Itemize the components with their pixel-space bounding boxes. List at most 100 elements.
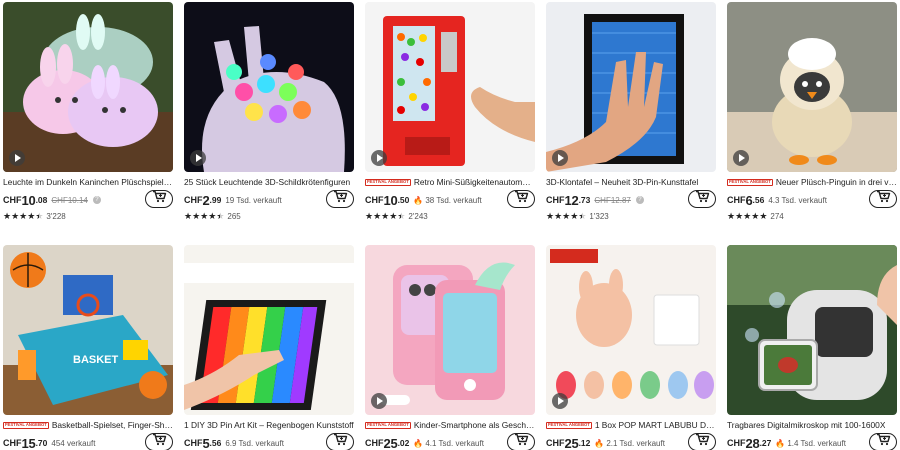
price-main: 5	[202, 435, 210, 450]
product-card[interactable]: BASKET FESTIVAL ANGEBOT Basketball-Spiels…	[3, 245, 173, 450]
sold-count: 454 verkauft	[51, 438, 96, 448]
product-card[interactable]: Leuchte im Dunkeln Kaninchen Plüschspiel…	[3, 2, 173, 222]
product-card[interactable]: FESTIVAL ANGEBOT Kinder-Smartphone als Ge…	[365, 245, 535, 450]
festival-badge: FESTIVAL ANGEBOT	[365, 179, 411, 186]
star-full-icon: ★	[19, 211, 28, 221]
price-main: 12	[564, 192, 579, 208]
rating-count: 274	[770, 212, 784, 221]
price-cents: .73	[578, 195, 591, 205]
product-title[interactable]: FESTIVAL ANGEBOT 1 Box POP MART LABUBU Di…	[546, 420, 716, 431]
info-icon[interactable]: ?	[635, 196, 644, 204]
star-full-icon: ★	[570, 211, 579, 221]
info-icon[interactable]: ?	[92, 196, 101, 204]
product-title[interactable]: 1 DIY 3D Pin Art Kit – Regenbogen Kunsts…	[184, 420, 354, 431]
star-full-icon: ★	[184, 211, 193, 221]
product-image[interactable]	[184, 2, 354, 172]
currency: CHF	[3, 438, 22, 448]
play-icon[interactable]	[552, 393, 568, 409]
star-full-icon: ★	[389, 211, 398, 221]
product-title-text: Basketball-Spielset, Finger-Shooting	[51, 420, 173, 430]
product-image[interactable]	[184, 245, 354, 415]
price-main: 15	[21, 435, 36, 450]
sold-count: 2.1 Tsd. verkauft	[606, 438, 665, 448]
product-card[interactable]: 1 DIY 3D Pin Art Kit – Regenbogen Kunsts…	[184, 245, 354, 450]
product-card[interactable]: FESTIVAL ANGEBOT 1 Box POP MART LABUBU Di…	[546, 245, 716, 450]
play-icon[interactable]	[733, 150, 749, 166]
flame-icon: 🔥	[775, 438, 786, 448]
product-title[interactable]: FESTIVAL ANGEBOT Kinder-Smartphone als Ge…	[365, 420, 535, 431]
product-title-text: Tragbares Digitalmikroskop mit 100-1600X	[727, 420, 886, 430]
price-main: 25	[383, 435, 398, 450]
play-icon[interactable]	[552, 150, 568, 166]
star-full-icon: ★	[554, 211, 563, 221]
star-full-icon: ★	[743, 211, 752, 221]
play-icon[interactable]	[371, 150, 387, 166]
product-image[interactable]	[546, 245, 716, 415]
sold-count: 4.3 Tsd. verkauft	[768, 195, 827, 205]
product-card[interactable]: FESTIVAL ANGEBOT Retro Mini-Süßigkeitenau…	[365, 2, 535, 222]
original-price: CHF10.14	[51, 195, 88, 205]
add-to-cart-button[interactable]	[326, 433, 354, 450]
star-half-icon: ★	[216, 211, 225, 221]
product-image[interactable]	[365, 245, 535, 415]
svg-text:BASKET: BASKET	[73, 354, 119, 366]
add-to-cart-button[interactable]	[869, 433, 897, 450]
price-main: 10	[383, 192, 398, 208]
product-title-text: 25 Stück Leuchtende 3D-Schildkrötenfigur…	[184, 177, 351, 187]
cart-icon	[876, 190, 891, 208]
rating-count: 2'243	[408, 212, 428, 221]
product-title[interactable]: FESTIVAL ANGEBOT Retro Mini-Süßigkeitenau…	[365, 177, 535, 188]
product-card[interactable]: 25 Stück Leuchtende 3D-Schildkrötenfigur…	[184, 2, 354, 222]
play-icon[interactable]	[371, 393, 387, 409]
currency: CHF	[546, 195, 565, 205]
product-card[interactable]: Tragbares Digitalmikroskop mit 100-1600X…	[727, 245, 897, 450]
sold-count: 1.4 Tsd. verkauft	[787, 438, 846, 448]
price-row: CHF 25 .12 🔥 2.1 Tsd. verkauft	[546, 433, 716, 450]
product-image[interactable]: BASKET	[3, 245, 173, 415]
star-full-icon: ★	[365, 211, 374, 221]
product-image[interactable]	[3, 2, 173, 172]
product-image[interactable]	[546, 2, 716, 172]
add-to-cart-button[interactable]	[507, 433, 535, 450]
price-row: CHF 15 .70 454 verkauft	[3, 433, 173, 450]
rating: ★ ★ ★ ★ ★ 274	[727, 211, 897, 222]
product-image[interactable]	[365, 2, 535, 172]
star-full-icon: ★	[192, 211, 201, 221]
product-title[interactable]: Tragbares Digitalmikroskop mit 100-1600X	[727, 420, 897, 431]
rating-count: 1'323	[589, 212, 609, 221]
price-main: 28	[745, 435, 760, 450]
add-to-cart-button[interactable]	[145, 433, 173, 450]
price-row: CHF 25 .02 🔥 4.1 Tsd. verkauft	[365, 433, 535, 450]
cart-icon	[333, 433, 348, 450]
add-to-cart-button[interactable]	[688, 433, 716, 450]
product-card[interactable]: 3D-Klontafel – Neuheit 3D-Pin-Kunsttafel…	[546, 2, 716, 222]
star-full-icon: ★	[208, 211, 217, 221]
play-icon[interactable]	[190, 150, 206, 166]
product-grid: Leuchte im Dunkeln Kaninchen Plüschspiel…	[0, 0, 900, 450]
sold-count: 38 Tsd. verkauft	[425, 195, 482, 205]
play-icon[interactable]	[9, 150, 25, 166]
product-image[interactable]	[727, 245, 897, 415]
star-full-icon: ★	[546, 211, 555, 221]
product-image[interactable]	[727, 2, 897, 172]
rating: ★ ★ ★ ★ ★ 3'228	[3, 211, 173, 222]
add-to-cart-button[interactable]	[688, 190, 716, 208]
add-to-cart-button[interactable]	[145, 190, 173, 208]
product-card[interactable]: FESTIVAL ANGEBOT Neuer Plüsch-Pinguin in …	[727, 2, 897, 222]
star-full-icon: ★	[751, 211, 760, 221]
rating: ★ ★ ★ ★ ★ 2'243	[365, 211, 535, 222]
product-title[interactable]: FESTIVAL ANGEBOT Neuer Plüsch-Pinguin in …	[727, 177, 897, 188]
product-title[interactable]: 3D-Klontafel – Neuheit 3D-Pin-Kunsttafel	[546, 177, 716, 188]
add-to-cart-button[interactable]	[507, 190, 535, 208]
star-full-icon: ★	[27, 211, 36, 221]
product-title[interactable]: Leuchte im Dunkeln Kaninchen Plüschspiel…	[3, 177, 173, 188]
product-title[interactable]: 25 Stück Leuchtende 3D-Schildkrötenfigur…	[184, 177, 354, 188]
currency: CHF	[365, 195, 384, 205]
sold-count: 6.9 Tsd. verkauft	[225, 438, 284, 448]
rating-count: 3'228	[46, 212, 66, 221]
star-full-icon: ★	[562, 211, 571, 221]
currency: CHF	[184, 195, 203, 205]
add-to-cart-button[interactable]	[326, 190, 354, 208]
product-title[interactable]: FESTIVAL ANGEBOT Basketball-Spielset, Fin…	[3, 420, 173, 431]
add-to-cart-button[interactable]	[869, 190, 897, 208]
